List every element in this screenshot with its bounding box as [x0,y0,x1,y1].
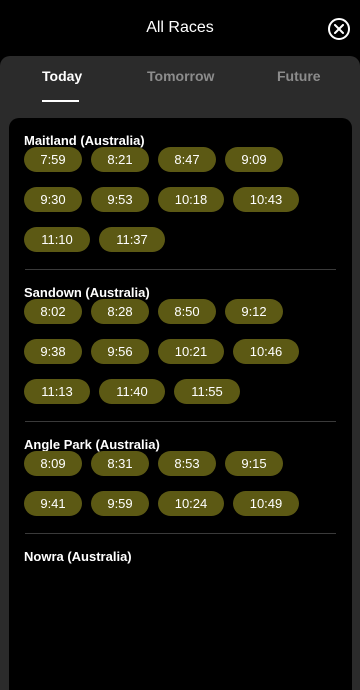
tab-today[interactable]: Today [42,68,82,84]
race-time-button[interactable]: 9:38 [24,339,82,364]
race-time-button[interactable]: 11:37 [99,227,165,252]
race-time-button[interactable]: 10:24 [158,491,224,516]
race-time-button[interactable]: 8:28 [91,299,149,324]
race-time-button[interactable]: 11:40 [99,379,165,404]
race-time-button[interactable]: 8:31 [91,451,149,476]
meeting-nowra: Nowra (Australia) [9,534,352,563]
header: All Races [0,0,360,56]
race-time-button[interactable]: 9:15 [225,451,283,476]
race-time-button[interactable]: 8:02 [24,299,82,324]
meeting-angle-park: Angle Park (Australia) 8:09 8:31 8:53 9:… [9,422,352,534]
active-tab-indicator [42,100,79,102]
race-time-button[interactable]: 8:47 [158,147,216,172]
race-time-button[interactable]: 9:56 [91,339,149,364]
tab-tomorrow[interactable]: Tomorrow [147,68,214,84]
meeting-name: Angle Park (Australia) [24,437,160,452]
race-time-button[interactable]: 11:55 [174,379,240,404]
race-time-button[interactable]: 10:46 [233,339,299,364]
tab-future[interactable]: Future [277,68,321,84]
meeting-maitland: Maitland (Australia) 7:59 8:21 8:47 9:09… [9,118,352,270]
race-time-button[interactable]: 8:21 [91,147,149,172]
race-time-button[interactable]: 9:09 [225,147,283,172]
page-title: All Races [146,19,214,36]
race-time-button[interactable]: 9:12 [225,299,283,324]
race-time-button[interactable]: 10:18 [158,187,224,212]
race-time-button[interactable]: 9:41 [24,491,82,516]
meeting-name: Nowra (Australia) [24,549,132,564]
close-button[interactable] [328,18,350,40]
close-icon [334,24,344,34]
day-tabs: Today Tomorrow Future [0,56,360,118]
meeting-sandown: Sandown (Australia) 8:02 8:28 8:50 9:12 … [9,270,352,422]
race-times: 8:02 8:28 8:50 9:12 9:38 9:56 10:21 10:4… [24,299,344,419]
meeting-list[interactable]: Maitland (Australia) 7:59 8:21 8:47 9:09… [9,118,352,690]
race-time-button[interactable]: 10:49 [233,491,299,516]
race-time-button[interactable]: 8:09 [24,451,82,476]
race-time-button[interactable]: 10:43 [233,187,299,212]
race-time-button[interactable]: 8:50 [158,299,216,324]
race-time-button[interactable]: 10:21 [158,339,224,364]
race-times: 7:59 8:21 8:47 9:09 9:30 9:53 10:18 10:4… [24,147,344,267]
race-time-button[interactable]: 8:53 [158,451,216,476]
race-time-button[interactable]: 9:59 [91,491,149,516]
races-panel: Today Tomorrow Future Maitland (Australi… [0,56,360,690]
race-time-button[interactable]: 9:53 [91,187,149,212]
meeting-name: Maitland (Australia) [24,133,145,148]
meeting-name: Sandown (Australia) [24,285,150,300]
race-time-button[interactable]: 7:59 [24,147,82,172]
race-time-button[interactable]: 11:10 [24,227,90,252]
race-time-button[interactable]: 11:13 [24,379,90,404]
race-time-button[interactable]: 9:30 [24,187,82,212]
race-times: 8:09 8:31 8:53 9:15 9:41 9:59 10:24 10:4… [24,451,344,531]
